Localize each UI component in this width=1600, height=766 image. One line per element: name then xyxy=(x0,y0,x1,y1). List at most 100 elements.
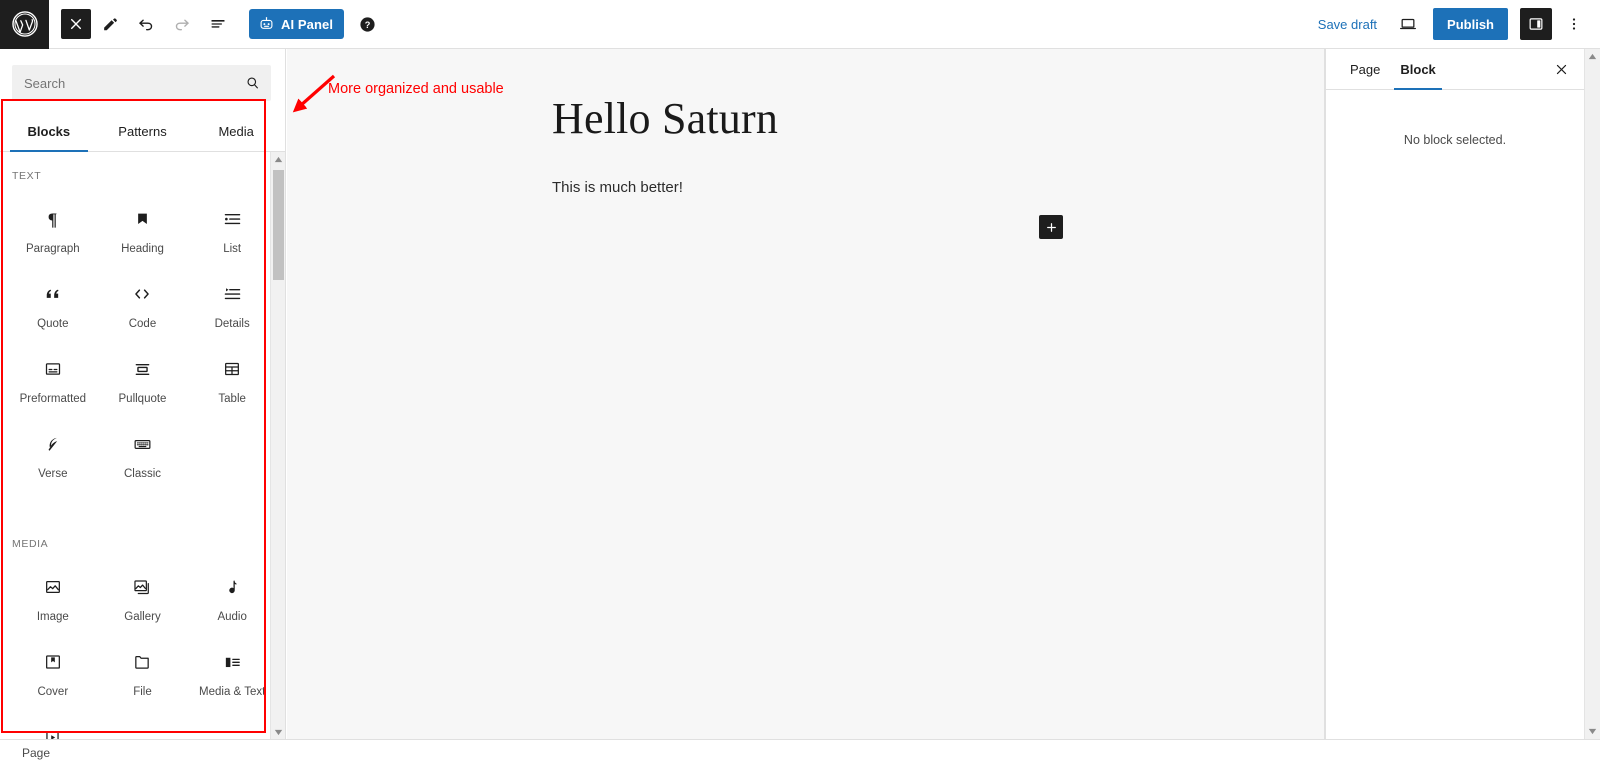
block-label: Gallery xyxy=(124,611,161,623)
block-label: Paragraph xyxy=(25,243,80,255)
inserter-scroll-area: TEXT ¶ Paragraph Heading List Quote Code… xyxy=(0,152,285,739)
media-text-icon xyxy=(222,647,243,677)
block-item-audio[interactable]: Audio xyxy=(187,564,277,639)
block-item-media-text[interactable]: Media & Text xyxy=(187,639,277,714)
tab-blocks[interactable]: Blocks xyxy=(2,111,96,152)
details-icon xyxy=(222,279,243,309)
toolbar-left-group: AI Panel ? xyxy=(49,0,380,49)
block-item-image[interactable]: Image xyxy=(8,564,98,639)
edit-mode-pencil-icon[interactable] xyxy=(93,7,127,41)
block-item-cover[interactable]: Cover xyxy=(8,639,98,714)
heading-icon xyxy=(133,204,152,234)
tab-patterns[interactable]: Patterns xyxy=(96,111,190,152)
block-grid-text: ¶ Paragraph Heading List Quote Code Deta… xyxy=(0,196,285,496)
search-input[interactable] xyxy=(12,65,271,101)
post-title[interactable]: Hello Saturn xyxy=(552,93,778,146)
inline-add-block-button[interactable] xyxy=(1039,215,1063,239)
block-item-pullquote[interactable]: Pullquote xyxy=(98,346,188,421)
block-label: Code xyxy=(128,318,157,330)
inserter-scrollbar-thumb[interactable] xyxy=(273,170,284,280)
block-item-list[interactable]: List xyxy=(187,196,277,271)
scroll-down-arrow-icon[interactable] xyxy=(271,725,285,739)
inserter-block-list: TEXT ¶ Paragraph Heading List Quote Code… xyxy=(0,152,285,739)
help-icon[interactable]: ? xyxy=(354,11,380,37)
search-box[interactable] xyxy=(12,65,271,101)
window-scroll-down-arrow-icon[interactable] xyxy=(1585,724,1600,739)
image-icon xyxy=(43,572,63,602)
settings-sidebar-toggle-icon[interactable] xyxy=(1520,8,1552,40)
block-item-preformatted[interactable]: Preformatted xyxy=(8,346,98,421)
block-label: Pullquote xyxy=(118,393,167,405)
settings-tab-list: Page Block xyxy=(1326,49,1584,90)
block-item-file[interactable]: File xyxy=(98,639,188,714)
svg-text:¶: ¶ xyxy=(48,209,57,229)
preview-device-icon[interactable] xyxy=(1391,7,1425,41)
section-title-text: TEXT xyxy=(12,170,42,182)
wordpress-block-editor: AI Panel ? Save draft Publish Search Blo… xyxy=(0,0,1600,766)
block-label: Verse xyxy=(38,468,68,480)
publish-button[interactable]: Publish xyxy=(1433,8,1508,40)
undo-button[interactable] xyxy=(129,7,163,41)
wordpress-logo-icon[interactable] xyxy=(0,0,49,49)
robot-icon xyxy=(258,16,275,33)
block-item-gallery[interactable]: Gallery xyxy=(98,564,188,639)
settings-body: No block selected. xyxy=(1326,90,1584,739)
block-label: Audio xyxy=(217,611,247,623)
block-item-video[interactable] xyxy=(8,714,98,739)
block-label: Heading xyxy=(121,243,164,255)
close-icon[interactable] xyxy=(1546,54,1576,84)
block-label: List xyxy=(223,243,242,255)
verse-icon xyxy=(43,429,63,459)
scroll-up-arrow-icon[interactable] xyxy=(271,152,285,166)
editor-top-toolbar: AI Panel ? Save draft Publish xyxy=(0,0,1600,49)
editor-canvas[interactable]: Hello Saturn This is much better! xyxy=(287,49,1325,739)
redo-button[interactable] xyxy=(165,7,199,41)
block-label: Table xyxy=(218,393,246,405)
post-paragraph[interactable]: This is much better! xyxy=(552,179,683,196)
no-block-selected-message: No block selected. xyxy=(1403,133,1507,147)
block-item-paragraph[interactable]: ¶ Paragraph xyxy=(8,196,98,271)
save-draft-button[interactable]: Save draft xyxy=(1308,11,1387,38)
block-label: Classic xyxy=(123,468,162,480)
toolbar-right-group: Save draft Publish xyxy=(1308,0,1600,49)
pullquote-icon xyxy=(132,354,153,384)
video-icon xyxy=(43,722,62,739)
block-inserter-panel: Blocks Patterns Media TEXT ¶ Paragraph xyxy=(0,49,286,739)
ai-panel-button[interactable]: AI Panel xyxy=(249,9,345,39)
more-options-icon[interactable] xyxy=(1558,6,1590,42)
block-grid-media: Image Gallery Audio Cover File Media & T… xyxy=(0,564,285,739)
block-label: Cover xyxy=(37,686,69,698)
inserter-scrollbar[interactable] xyxy=(270,152,285,739)
block-item-verse[interactable]: Verse xyxy=(8,421,98,496)
block-item-classic[interactable]: Classic xyxy=(98,421,188,496)
block-label: Details xyxy=(214,318,250,330)
quote-icon xyxy=(43,279,63,309)
block-label: Image xyxy=(36,611,69,623)
block-item-heading[interactable]: Heading xyxy=(98,196,188,271)
window-scrollbar[interactable] xyxy=(1584,49,1600,739)
ai-panel-label: AI Panel xyxy=(281,16,334,32)
list-icon xyxy=(222,204,243,234)
block-label: File xyxy=(133,686,152,698)
tab-page[interactable]: Page xyxy=(1340,49,1390,90)
inserter-tab-list: Blocks Patterns Media xyxy=(0,111,285,152)
classic-icon xyxy=(132,429,153,459)
tab-block[interactable]: Block xyxy=(1390,49,1445,90)
block-item-table[interactable]: Table xyxy=(187,346,277,421)
document-overview-icon[interactable] xyxy=(201,7,235,41)
inserter-search-wrapper xyxy=(0,49,285,111)
gallery-icon xyxy=(132,572,153,602)
svg-text:?: ? xyxy=(364,19,370,29)
block-item-quote[interactable]: Quote xyxy=(8,271,98,346)
settings-sidebar: Page Block No block selected. xyxy=(1325,49,1584,739)
file-icon xyxy=(132,647,152,677)
window-scroll-up-arrow-icon[interactable] xyxy=(1585,49,1600,64)
audio-icon xyxy=(222,572,242,602)
block-label: Quote xyxy=(37,318,69,330)
close-editor-button[interactable] xyxy=(61,9,91,39)
section-title-media: MEDIA xyxy=(12,538,49,550)
block-item-code[interactable]: Code xyxy=(98,271,188,346)
block-item-details[interactable]: Details xyxy=(187,271,277,346)
tab-media[interactable]: Media xyxy=(189,111,283,152)
cover-icon xyxy=(43,647,63,677)
